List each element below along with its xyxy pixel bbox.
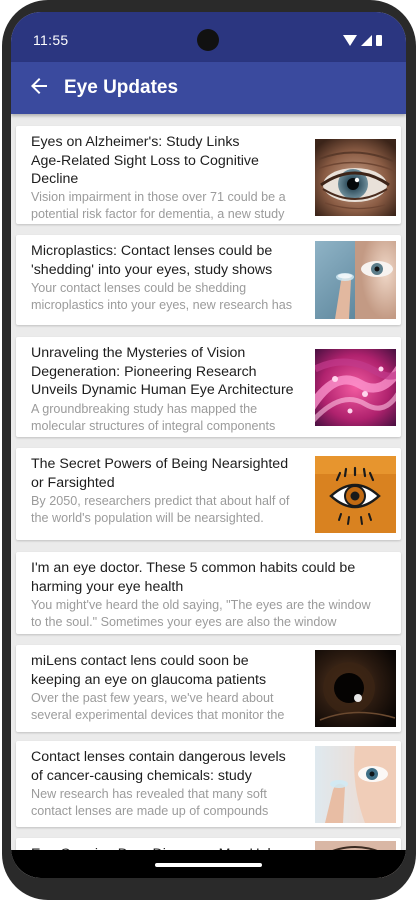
article-summary: Vision impairment in those over 71 could… [31, 189, 311, 223]
article-title: Unraveling the Mysteries of Vision Degen… [31, 344, 294, 400]
article-summary: New research has revealed that many soft… [31, 786, 311, 820]
article-card[interactable]: Contact lenses contain dangerous levels … [16, 741, 401, 827]
system-navigation-bar [11, 850, 406, 878]
article-title-line: or Farsighted [31, 474, 115, 491]
article-title-line: harming your eye health [31, 578, 184, 595]
article-card[interactable]: Unraveling the Mysteries of Vision Degen… [16, 337, 401, 437]
article-summary-line: You might've heard the old saying, "The … [31, 598, 371, 612]
article-card[interactable]: The Secret Powers of Being Nearsighted o… [16, 448, 401, 540]
article-card[interactable]: I'm an eye doctor. These 5 common habits… [16, 552, 401, 634]
article-summary: A groundbreaking study has mapped the mo… [31, 401, 311, 435]
app-bar: Eye Updates [11, 62, 406, 114]
article-title-line: The Secret Powers of Being Nearsighted [31, 456, 289, 472]
contact-lens-insertion-image [315, 746, 396, 823]
article-title: Contact lenses contain dangerous levels … [31, 748, 286, 785]
article-summary-line: By 2050, researchers predict that about … [31, 494, 290, 508]
phone-frame: 11:55 Eye Updates Eyes on Alzheimer's: S… [0, 0, 418, 900]
contact-lens-on-finger-image [315, 241, 396, 319]
arrow-left-icon [31, 78, 47, 94]
article-summary-line: contact lenses are made up of compounds [31, 803, 269, 818]
article-title-line: Microplastics: Contact lenses could be [31, 243, 273, 259]
status-icons [343, 33, 382, 47]
article-title-line: Eyes on Alzheimer's: Study Links [31, 134, 240, 150]
article-title-line: of cancer-causing chemicals: study [31, 767, 252, 784]
article-title: Eyes on Alzheimer's: Study Links Age-Rel… [31, 133, 259, 189]
page-title: Eye Updates [64, 77, 179, 98]
aged-eye-closeup-image [315, 139, 396, 216]
article-title-line: Unraveling the Mysteries of Vision [31, 345, 246, 361]
article-title-line: Unveils Dynamic Human Eye Architecture [31, 382, 294, 398]
app-screen: 11:55 Eye Updates Eyes on Alzheimer's: S… [11, 12, 406, 878]
home-gesture-handle[interactable] [155, 863, 262, 867]
article-title-line: 'shedding' into your eyes, study shows [31, 261, 273, 278]
article-title: Microplastics: Contact lenses could be '… [31, 242, 272, 279]
article-title-line: Decline [31, 171, 79, 187]
article-summary: Over the past few years, we've heard abo… [31, 690, 311, 724]
cartoon-eye-orange-image [315, 456, 396, 533]
article-card[interactable]: Microplastics: Contact lenses could be '… [16, 235, 401, 325]
article-title: I'm an eye doctor. These 5 common habits… [31, 559, 355, 596]
article-list[interactable]: Eyes on Alzheimer's: Study Links Age-Rel… [11, 114, 406, 878]
article-summary-line: Over the past few years, we've heard abo… [31, 691, 274, 705]
article-title-line: Degeneration: Pioneering Research [31, 363, 257, 380]
status-bar: 11:55 [11, 12, 406, 62]
article-summary-line: potential risk factor for dementia, a ne… [31, 206, 285, 221]
article-title-line: I'm an eye doctor. These 5 common habits… [31, 560, 356, 576]
back-button[interactable] [27, 74, 51, 98]
article-summary-line: microplastics into your eyes, new resear… [31, 297, 293, 312]
pink-molecular-structure-image [315, 349, 396, 426]
article-title-line: miLens contact lens could soon be [31, 653, 249, 669]
article-title-line: Age-Related Sight Loss to Cognitive [31, 152, 259, 169]
dark-eye-lens-image [315, 650, 396, 727]
article-summary-line: the world's population will be nearsight… [31, 510, 264, 525]
article-summary-line: Your contact lenses could be shedding [31, 281, 247, 295]
article-summary: You might've heard the old saying, "The … [31, 597, 393, 631]
article-summary: Your contact lenses could be shedding mi… [31, 280, 311, 314]
status-time: 11:55 [33, 32, 69, 48]
article-title-line: keeping an eye on glaucoma patients [31, 671, 267, 688]
article-title-line: Contact lenses contain dangerous levels [31, 749, 286, 765]
article-summary-line: to the soul." Sometimes your eyes are al… [31, 614, 337, 629]
battery-icon [376, 34, 382, 46]
signal-icon [361, 34, 372, 46]
article-card[interactable]: miLens contact lens could soon be keepin… [16, 645, 401, 732]
article-card[interactable]: Eyes on Alzheimer's: Study Links Age-Rel… [16, 126, 401, 224]
front-camera [197, 29, 219, 51]
article-summary-line: New research has revealed that many soft [31, 787, 267, 801]
article-title: miLens contact lens could soon be keepin… [31, 652, 266, 689]
article-summary-line: several experimental devices that monito… [31, 707, 285, 722]
article-summary: By 2050, researchers predict that about … [31, 493, 316, 527]
article-summary-line: molecular structures of integral compone… [31, 418, 276, 433]
article-summary-line: Vision impairment in those over 71 could… [31, 190, 286, 204]
article-title: The Secret Powers of Being Nearsighted o… [31, 455, 288, 492]
wifi-icon [343, 34, 357, 46]
article-summary-line: A groundbreaking study has mapped the [31, 402, 258, 416]
